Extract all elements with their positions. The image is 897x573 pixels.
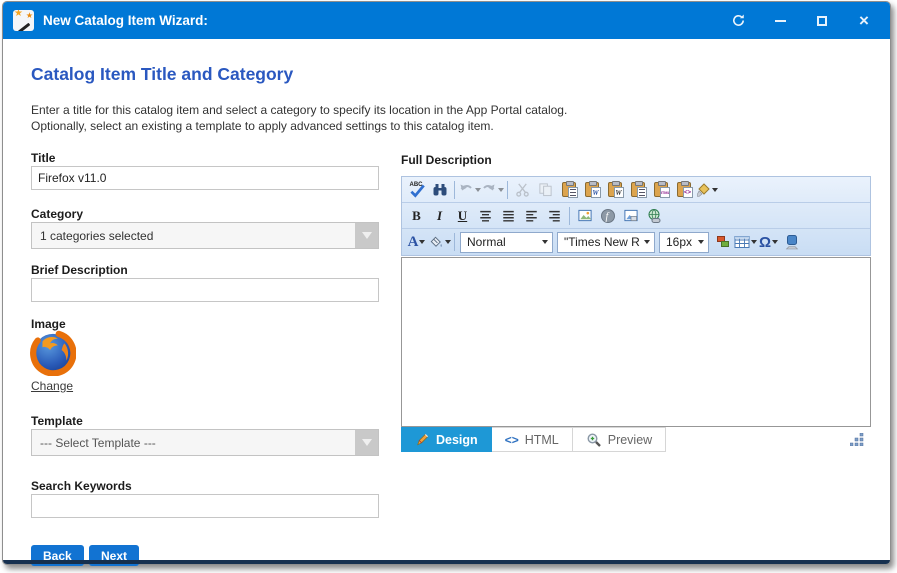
separator (454, 233, 455, 251)
title-input[interactable] (31, 166, 379, 190)
toolbar-row-1: ABC (402, 177, 870, 203)
insert-table-icon[interactable] (734, 231, 757, 253)
template-label: Template (31, 414, 83, 428)
title-label: Title (31, 151, 55, 165)
search-keywords-label: Search Keywords (31, 479, 132, 493)
wand-glyph (17, 23, 31, 31)
font-name-select[interactable]: "Times New R... (557, 232, 655, 253)
underline-icon[interactable]: U (451, 205, 474, 227)
find-icon[interactable] (428, 179, 451, 201)
template-manager-icon[interactable] (619, 205, 642, 227)
font-size-value: 16px (666, 235, 692, 249)
minimize-button[interactable] (772, 13, 788, 29)
firefox-logo (30, 330, 76, 376)
titlebar: ★ ★ New Catalog Item Wizard: × (3, 2, 890, 39)
window-title: New Catalog Item Wizard: (43, 13, 208, 28)
redo-dropdown-icon[interactable] (498, 188, 504, 192)
editor-toolbar: ABC (401, 176, 871, 256)
window-controls: × (730, 13, 880, 29)
full-description-editor[interactable] (401, 257, 871, 427)
template-dropdown[interactable]: --- Select Template --- (31, 429, 379, 456)
paste-from-word-nofont-icon[interactable]: W (603, 179, 626, 201)
tab-html[interactable]: <> HTML (492, 427, 573, 452)
separator (507, 181, 508, 199)
intro-text: Enter a title for this catalog item and … (31, 102, 567, 134)
wizard-window: ★ ★ New Catalog Item Wizard: × Catalog I… (2, 1, 891, 565)
image-manager-icon[interactable] (573, 205, 596, 227)
template-value: --- Select Template --- (40, 436, 156, 450)
align-left-icon[interactable] (520, 205, 543, 227)
search-keywords-input[interactable] (31, 494, 379, 518)
tab-preview[interactable]: Preview (573, 427, 666, 452)
paste-from-word-icon[interactable]: W (580, 179, 603, 201)
justify-icon[interactable] (497, 205, 520, 227)
minimize-icon (775, 20, 786, 22)
bold-icon[interactable]: B (405, 205, 428, 227)
code-icon: <> (505, 433, 519, 447)
refresh-icon[interactable] (730, 13, 746, 29)
intro-line-1: Enter a title for this catalog item and … (31, 102, 567, 118)
format-stripper-dropdown-icon[interactable] (712, 188, 718, 192)
background-color-icon[interactable] (428, 231, 451, 253)
undo-icon[interactable] (458, 179, 481, 201)
paste-as-html-icon[interactable]: HTML (649, 179, 672, 201)
paste-markup-icon[interactable]: <> (672, 179, 695, 201)
italic-icon[interactable]: I (428, 205, 451, 227)
star-glyph: ★ (14, 10, 23, 19)
maximize-button[interactable] (814, 13, 830, 29)
align-center-icon[interactable] (474, 205, 497, 227)
font-color-icon[interactable]: A (405, 231, 428, 253)
spellcheck-icon[interactable]: ABC (405, 179, 428, 201)
category-label: Category (31, 207, 83, 221)
star-glyph: ★ (26, 11, 33, 20)
font-color-dropdown-icon[interactable] (419, 240, 425, 244)
css-blocks-icon[interactable] (711, 231, 734, 253)
tab-html-label: HTML (525, 433, 559, 447)
separator (454, 181, 455, 199)
background-color-dropdown-icon[interactable] (445, 240, 451, 244)
flash-manager-icon[interactable]: f (596, 205, 619, 227)
maximize-icon (817, 16, 827, 26)
intro-line-2: Optionally, select an existing a templat… (31, 118, 567, 134)
pencil-icon (415, 432, 430, 447)
format-stripper-icon[interactable] (695, 179, 718, 201)
align-right-icon[interactable] (543, 205, 566, 227)
paragraph-style-value: Normal (467, 235, 506, 249)
close-button[interactable]: × (856, 13, 872, 29)
wizard-icon: ★ ★ (13, 10, 34, 31)
window-bottom-edge (3, 560, 890, 564)
cut-icon[interactable] (511, 179, 534, 201)
tab-design-label: Design (436, 433, 478, 447)
paste-plain-text-icon[interactable] (626, 179, 649, 201)
separator (569, 207, 570, 225)
module-manager-icon[interactable] (780, 231, 803, 253)
toolbar-row-2: B I U f (402, 203, 870, 229)
combo-arrow-icon[interactable] (355, 223, 378, 248)
font-size-select[interactable]: 16px (659, 232, 709, 253)
full-description-label: Full Description (401, 153, 492, 167)
paste-icon[interactable] (557, 179, 580, 201)
image-label: Image (31, 317, 66, 331)
category-dropdown[interactable]: 1 categories selected (31, 222, 379, 249)
tab-preview-label: Preview (608, 433, 652, 447)
brief-description-input[interactable] (31, 278, 379, 302)
tab-design[interactable]: Design (401, 427, 492, 452)
close-icon: × (859, 13, 869, 29)
paragraph-style-select[interactable]: Normal (460, 232, 553, 253)
brief-description-label: Brief Description (31, 263, 128, 277)
combo-arrow-icon[interactable] (355, 430, 378, 455)
hyperlink-manager-icon[interactable] (642, 205, 665, 227)
magnifier-icon (586, 432, 602, 448)
toolbar-row-3: A Normal "Times New R... 16px (402, 229, 870, 255)
change-image-link[interactable]: Change (31, 379, 73, 393)
insert-symbol-dropdown-icon[interactable] (772, 240, 778, 244)
category-value: 1 categories selected (40, 229, 153, 243)
copy-icon[interactable] (534, 179, 557, 201)
insert-symbol-icon[interactable]: Ω (757, 231, 780, 253)
redo-icon[interactable] (481, 179, 504, 201)
page-title: Catalog Item Title and Category (31, 64, 293, 85)
font-name-value: "Times New R... (564, 235, 640, 249)
resize-grip-icon[interactable] (850, 433, 864, 446)
editor-mode-tabs: Design <> HTML Preview (401, 427, 666, 452)
